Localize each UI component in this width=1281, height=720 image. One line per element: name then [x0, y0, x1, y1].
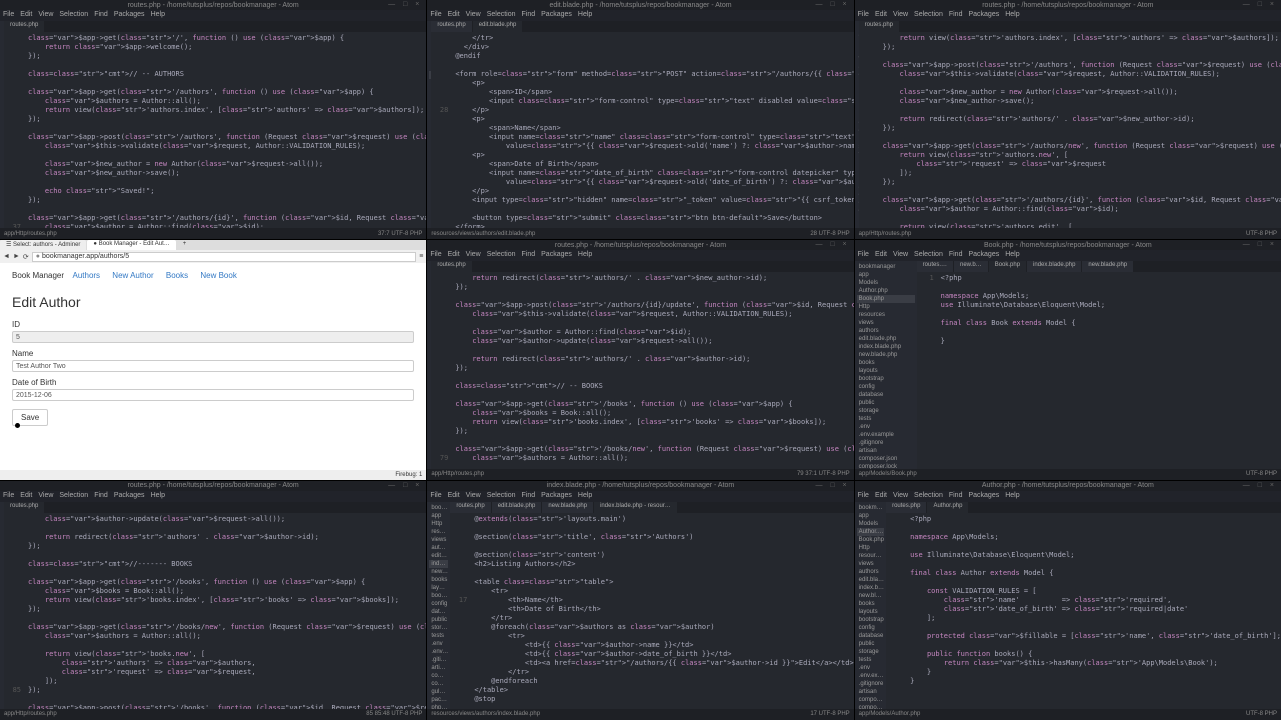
tab[interactable]: routes.php — [4, 21, 44, 32]
top-nav: Book Manager Authors New Author Books Ne… — [12, 271, 414, 280]
mouse-cursor — [15, 423, 20, 428]
titlebar: edit.blade.php - /home/tutsplus/repos/bo… — [427, 0, 853, 10]
code-editor[interactable]: 28 </tr> </div> @endif <form role=class=… — [431, 32, 853, 228]
pane-9: Author.php - /home/tutsplus/repos/bookma… — [855, 481, 1281, 720]
status-bar: app/Http/routes.php37:7 UTF-8 PHP — [0, 228, 426, 239]
nav-new-author[interactable]: New Author — [112, 271, 153, 280]
pane-8: index.blade.php - /home/tutsplus/repos/b… — [427, 481, 853, 720]
pane-1: routes.php - /home/tutsplus/repos/bookma… — [0, 0, 426, 239]
tab-bar: routes.php — [4, 21, 426, 32]
pane-7: routes.php - /home/tutsplus/repos/bookma… — [0, 481, 426, 720]
browser-tabs: ☰ Select: authors - Adminer ● Book Manag… — [0, 240, 426, 250]
menubar[interactable]: FileEditViewSelectionFindPackagesHelp — [427, 10, 853, 21]
code-editor[interactable]: 37 class="var">$app->get(class="str">'/'… — [4, 32, 426, 228]
pane-2: edit.blade.php - /home/tutsplus/repos/bo… — [427, 0, 853, 239]
menu-icon[interactable]: ≡ — [419, 253, 423, 260]
nav-new-book[interactable]: New Book — [200, 271, 236, 280]
menubar[interactable]: FileEditViewSelectionFindPackagesHelp — [0, 10, 426, 21]
forward-icon[interactable]: ► — [13, 253, 20, 260]
label-id: ID — [12, 320, 414, 329]
url-bar: ◄ ► ⟳ ● bookmanager.app/authors/5 ≡ — [0, 250, 426, 263]
window-controls[interactable]: — □ × — [388, 1, 422, 8]
browser-tab[interactable]: ● Book Manager - Edit Aut… — [87, 240, 175, 250]
brand: Book Manager — [12, 271, 64, 280]
pane-4-browser: ☰ Select: authors - Adminer ● Book Manag… — [0, 240, 426, 479]
reload-icon[interactable]: ⟳ — [23, 253, 29, 261]
browser-tab[interactable]: ☰ Select: authors - Adminer — [0, 240, 86, 250]
address-field[interactable]: ● bookmanager.app/authors/5 — [32, 252, 416, 262]
code-editor[interactable]: return view(class="str">'authors.index',… — [859, 32, 1281, 228]
nav-authors[interactable]: Authors — [72, 271, 100, 280]
pane-5: routes.php - /home/tutsplus/repos/bookma… — [427, 240, 853, 479]
browser-status: Firebug: 1 — [0, 470, 426, 480]
title: routes.php - /home/tutsplus/repos/bookma… — [128, 2, 299, 9]
pane-3: routes.php - /home/tutsplus/repos/bookma… — [855, 0, 1281, 239]
pane-6: Book.php - /home/tutsplus/repos/bookmana… — [855, 240, 1281, 479]
label-dob: Date of Birth — [12, 378, 414, 387]
back-icon[interactable]: ◄ — [3, 253, 10, 260]
dob-field[interactable] — [12, 389, 414, 401]
titlebar: routes.php - /home/tutsplus/repos/bookma… — [0, 0, 426, 10]
name-field[interactable] — [12, 360, 414, 372]
label-name: Name — [12, 349, 414, 358]
page-content: Book Manager Authors New Author Books Ne… — [0, 263, 426, 469]
id-field — [12, 331, 414, 343]
page-title: Edit Author — [12, 294, 414, 310]
nav-books[interactable]: Books — [166, 271, 188, 280]
new-tab-button[interactable]: + — [177, 240, 193, 250]
